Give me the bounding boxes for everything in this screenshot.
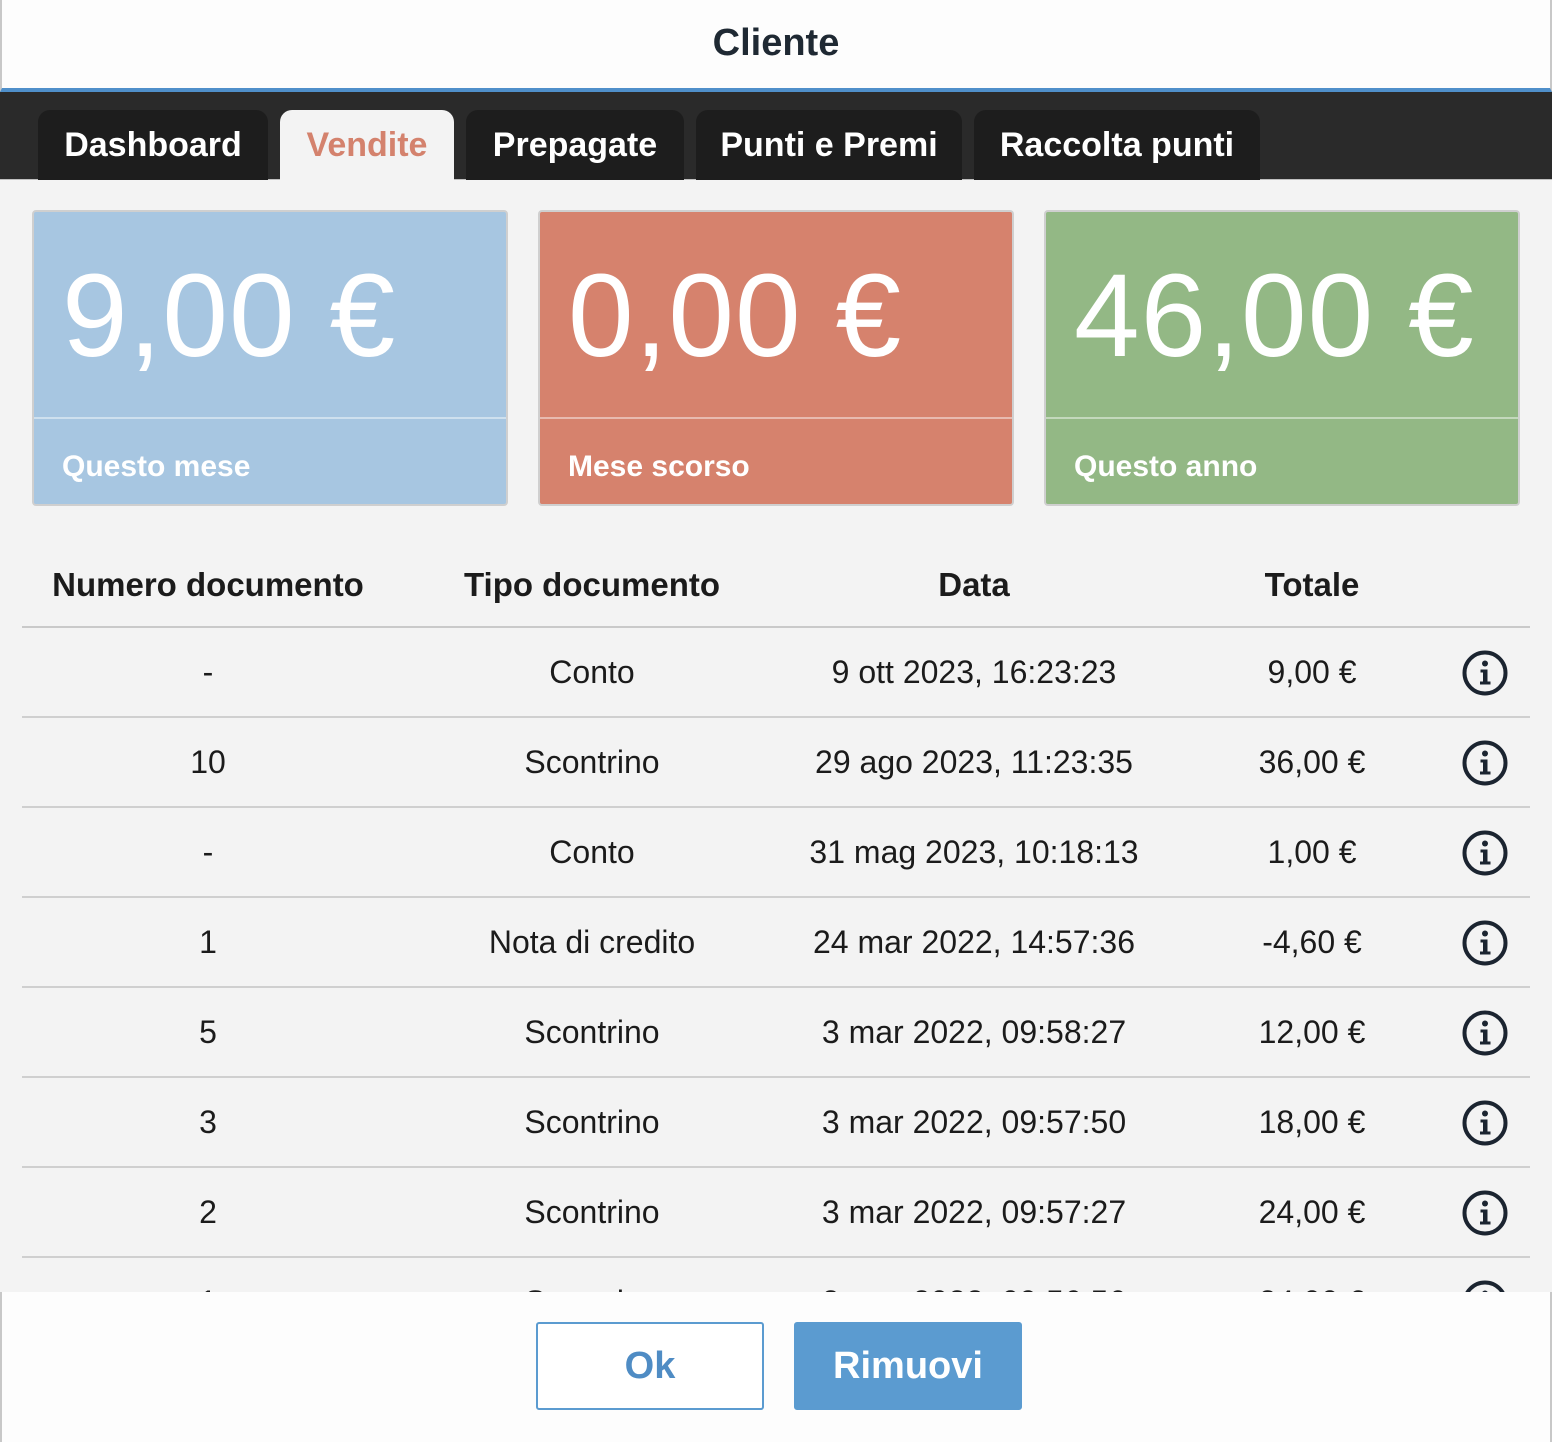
ok-button[interactable]: Ok — [536, 1322, 764, 1410]
info-icon[interactable] — [1462, 1100, 1508, 1146]
header-data: Data — [938, 566, 1010, 603]
table-row: 3 Scontrino 3 mar 2022, 09:57:50 18,00 € — [22, 1078, 1530, 1168]
header-numero-documento: Numero documento — [52, 566, 364, 603]
tab-dashboard[interactable]: Dashboard — [38, 110, 268, 180]
cell-tipo: Scontrino — [524, 1104, 660, 1140]
cell-data: 3 mar 2022, 09:57:27 — [821, 1194, 1127, 1230]
cell-numero: 2 — [199, 1194, 217, 1230]
table-row: - Conto 31 mag 2023, 10:18:13 1,00 € — [22, 808, 1530, 898]
cell-totale: 12,00 € — [1258, 1014, 1366, 1050]
cell-totale: 18,00 € — [1258, 1104, 1366, 1140]
table-row: 1 Scontrino 3 mar 2022, 09:56:56 24,00 € — [22, 1258, 1530, 1292]
cell-data: 31 mag 2023, 10:18:13 — [809, 834, 1139, 870]
cell-data: 3 mar 2022, 09:56:56 — [774, 1284, 1174, 1292]
sales-table-body: - Conto 9 ott 2023, 16:23:23 9,00 € 10 Scontr… — [22, 628, 1530, 1292]
cell-tipo: Scontrino — [524, 744, 660, 780]
info-icon[interactable] — [1462, 830, 1508, 876]
cell-data: 3 mar 2022, 09:58:27 — [821, 1014, 1127, 1050]
cell-tipo: Scontrino — [524, 1014, 660, 1050]
cell-data: 9 ott 2023, 16:23:23 — [831, 654, 1117, 690]
header-totale: Totale — [1264, 566, 1360, 603]
cell-tipo: Scontrino — [442, 1284, 742, 1292]
card-amount: 0,00 € — [568, 250, 903, 382]
tab-punti-e-premi[interactable]: Punti e Premi — [696, 110, 962, 180]
info-icon[interactable] — [1462, 1010, 1508, 1056]
cell-totale: 36,00 € — [1258, 744, 1366, 780]
dialog-header: Cliente — [0, 0, 1552, 92]
cell-tipo: Scontrino — [524, 1194, 660, 1230]
cell-data: 24 mar 2022, 14:57:36 — [812, 924, 1135, 960]
table-row: 2 Scontrino 3 mar 2022, 09:57:27 24,00 € — [22, 1168, 1530, 1258]
cell-numero: 10 — [190, 744, 226, 780]
dialog-title: Cliente — [712, 22, 840, 64]
tab-vendite[interactable]: Vendite — [280, 110, 454, 180]
card-divider — [1046, 417, 1518, 419]
cell-numero: 5 — [199, 1014, 217, 1050]
card-label: Questo mese — [62, 450, 251, 483]
info-icon[interactable] — [1462, 1190, 1508, 1236]
cell-totale: 24,00 € — [1258, 1194, 1366, 1230]
info-icon[interactable] — [1462, 1280, 1508, 1292]
table-row: - Conto 9 ott 2023, 16:23:23 9,00 € — [22, 628, 1530, 718]
cell-tipo: Conto — [549, 834, 635, 870]
remove-button[interactable]: Rimuovi — [794, 1322, 1022, 1410]
cell-numero: - — [202, 654, 214, 690]
dialog-footer: Ok Rimuovi — [0, 1292, 1552, 1442]
cell-data: 3 mar 2022, 09:57:50 — [821, 1104, 1127, 1140]
table-row: 1 Nota di credito 24 mar 2022, 14:57:36 -4,… — [22, 898, 1530, 988]
tab-raccolta-punti[interactable]: Raccolta punti — [974, 110, 1260, 180]
card-mese-scorso: 0,00 € Mese scorso — [538, 210, 1014, 506]
card-label: Questo anno — [1074, 450, 1258, 483]
cell-numero: - — [202, 834, 214, 870]
info-icon[interactable] — [1462, 650, 1508, 696]
cell-totale: 24,00 € — [1212, 1284, 1412, 1292]
card-divider — [34, 417, 506, 419]
card-questo-mese: 9,00 € Questo mese — [32, 210, 508, 506]
cell-totale: 9,00 € — [1267, 654, 1357, 690]
cell-totale: 1,00 € — [1267, 834, 1357, 870]
card-amount: 46,00 € — [1074, 250, 1475, 382]
table-header: Numero documento Tipo documento Data Tot… — [22, 548, 1530, 628]
cell-tipo: Conto — [549, 654, 635, 690]
cell-numero: 1 — [58, 1284, 358, 1292]
card-questo-anno: 46,00 € Questo anno — [1044, 210, 1520, 506]
cell-numero: 3 — [199, 1104, 217, 1140]
cell-data: 29 ago 2023, 11:23:35 — [815, 744, 1133, 780]
table-row: 5 Scontrino 3 mar 2022, 09:58:27 12,00 € — [22, 988, 1530, 1078]
card-label: Mese scorso — [568, 450, 750, 483]
cell-tipo: Nota di credito — [488, 924, 696, 960]
header-tipo-documento: Tipo documento — [463, 566, 721, 603]
card-divider — [540, 417, 1012, 419]
tab-prepagate[interactable]: Prepagate — [466, 110, 684, 180]
info-icon[interactable] — [1462, 740, 1508, 786]
tab-bar: Dashboard Vendite Prepagate Punti e Prem… — [0, 92, 1552, 180]
cell-numero: 1 — [199, 924, 217, 960]
table-row: 10 Scontrino 29 ago 2023, 11:23:35 36,00 € — [22, 718, 1530, 808]
card-amount: 9,00 € — [62, 250, 397, 382]
cell-totale: -4,60 € — [1262, 924, 1362, 960]
info-icon[interactable] — [1462, 920, 1508, 966]
